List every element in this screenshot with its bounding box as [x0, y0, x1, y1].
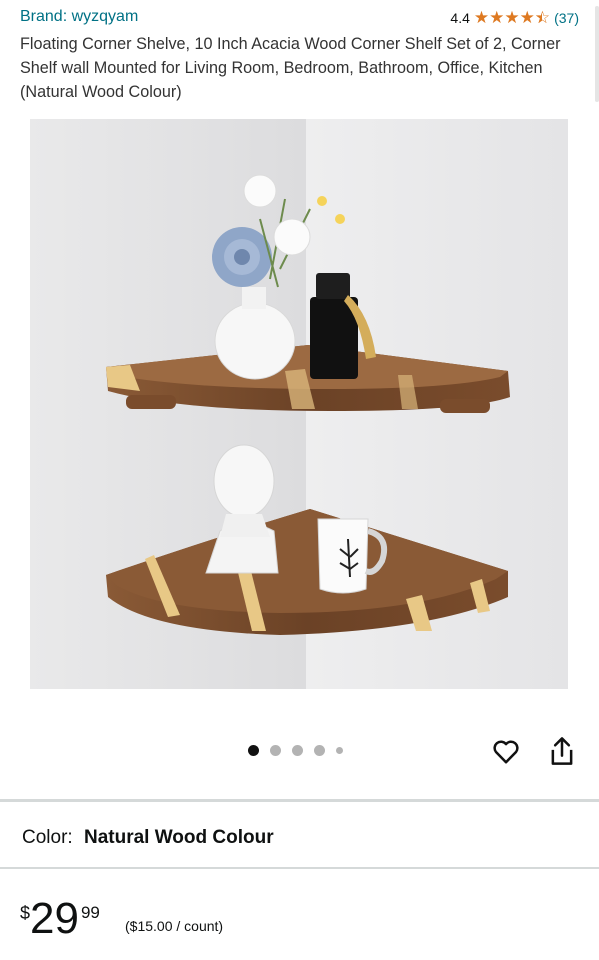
- carousel-dot[interactable]: [314, 745, 325, 756]
- color-label: Color:: [22, 827, 73, 848]
- scrollbar: [595, 6, 599, 102]
- header-row: Brand: wyzqyam 4.4 ★★★★☆★ (37): [20, 6, 579, 30]
- color-selection: Color: Natural Wood Colour: [22, 827, 274, 849]
- rating-value: 4.4: [450, 10, 470, 26]
- product-title: Floating Corner Shelve, 10 Inch Acacia W…: [20, 35, 561, 101]
- section-divider: [0, 867, 599, 869]
- product-image[interactable]: [30, 119, 568, 689]
- price: $ 29 99: [20, 895, 100, 943]
- carousel-dot[interactable]: [292, 745, 303, 756]
- image-carousel-dots: [248, 745, 343, 756]
- price-fraction: 99: [80, 903, 100, 922]
- carousel-dot[interactable]: [336, 747, 343, 754]
- share-icon[interactable]: [548, 735, 576, 767]
- star-rating-icon: ★★★★☆★: [473, 8, 551, 27]
- section-divider: [0, 799, 599, 802]
- unit-price: ($15.00 / count): [125, 918, 224, 934]
- carousel-dot-active[interactable]: [248, 745, 259, 756]
- rating-summary[interactable]: 4.4 ★★★★☆★ (37): [450, 8, 579, 28]
- color-value: Natural Wood Colour: [83, 827, 274, 848]
- rating-count-link[interactable]: (37): [554, 10, 579, 26]
- heart-icon[interactable]: [491, 736, 521, 766]
- carousel-dot[interactable]: [270, 745, 281, 756]
- price-whole: 29: [30, 894, 79, 943]
- brand-link[interactable]: Brand: wyzqyam: [20, 8, 138, 26]
- price-currency: $: [20, 903, 31, 923]
